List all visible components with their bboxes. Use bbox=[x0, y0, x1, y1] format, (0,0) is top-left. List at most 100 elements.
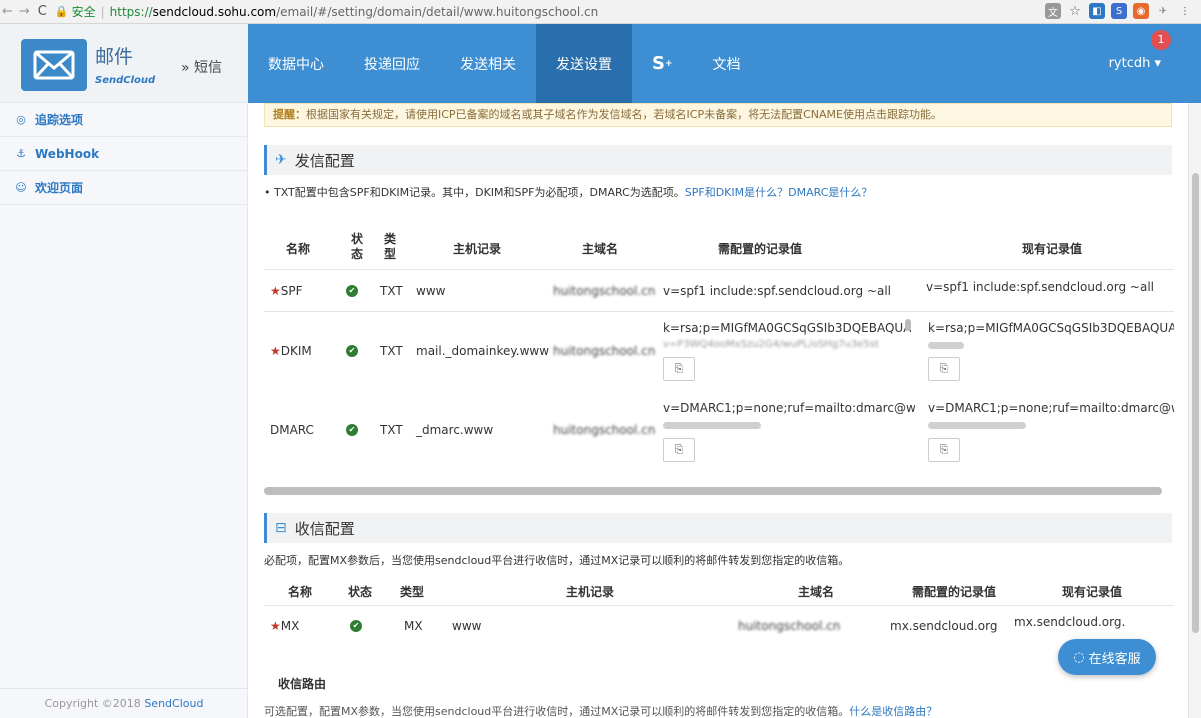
check-icon: ✔ bbox=[346, 424, 358, 436]
back-forward-icon[interactable]: ←→ bbox=[2, 4, 36, 19]
reload-icon[interactable]: C bbox=[38, 4, 47, 19]
plus-mark: + bbox=[664, 58, 673, 69]
row-spf-domain: huitongschool.cn bbox=[553, 284, 656, 298]
row-dkim-required-overflow: v=P3WQ4ooMxSzu2G4/wuPL/oSHg7u3e5st bbox=[663, 339, 879, 350]
row-dkim-name: ★DKIM bbox=[270, 344, 312, 358]
copy-button[interactable]: ⎘ bbox=[928, 357, 960, 381]
check-icon: ✔ bbox=[350, 620, 362, 632]
nav-s-plus[interactable]: S + bbox=[632, 24, 693, 103]
row-dmarc-current: v=DMARC1;p=none;ruf=mailto:dmarc@ww bbox=[928, 401, 1174, 415]
col-type-2: 型 bbox=[384, 247, 397, 261]
menu-icon[interactable]: ⋮ bbox=[1177, 3, 1193, 19]
nav-docs[interactable]: 文档 bbox=[693, 24, 761, 103]
col-status-1: 状 bbox=[351, 232, 364, 246]
scroll-thumb[interactable] bbox=[663, 422, 761, 429]
spf-dkim-help-link[interactable]: SPF和DKIM是什么？DMARC是什么？ bbox=[685, 186, 873, 199]
table-horizontal-scrollbar[interactable] bbox=[264, 487, 1162, 495]
divider bbox=[264, 311, 1174, 312]
col-host: 主机记录 bbox=[453, 242, 502, 256]
chat-icon: ◌ bbox=[1073, 649, 1085, 665]
copy-button[interactable]: ⎘ bbox=[663, 357, 695, 381]
top-nav: 数据中心 投递回应 发送相关 发送设置 S + 文档 r​y​t​c​d​h ▾ … bbox=[248, 24, 1201, 103]
row-mx-domain: huitongschool.cn bbox=[738, 619, 841, 633]
extension-icon[interactable]: S bbox=[1111, 3, 1127, 19]
name-text: ★DKIM bbox=[270, 344, 312, 358]
nav-sending[interactable]: 发送相关 bbox=[440, 24, 536, 103]
row-spf-required[interactable]: v=spf1 include:spf.sendcloud.org ~all bbox=[663, 284, 915, 298]
copy-button[interactable]: ⎘ bbox=[928, 438, 960, 462]
row-spf-host: www bbox=[416, 284, 446, 298]
check-icon: ✔ bbox=[346, 345, 358, 357]
row-dmarc-name: DMARC bbox=[270, 423, 314, 437]
url-scheme: https:// bbox=[109, 4, 153, 19]
required-star-icon: ★ bbox=[270, 344, 281, 358]
chat-label: 在线客服 bbox=[1088, 651, 1141, 667]
switch-to-sms-link[interactable]: » 短信 bbox=[181, 57, 222, 77]
required-star-icon: ★ bbox=[270, 619, 281, 633]
row-mx-required[interactable]: mx.sendcloud.org bbox=[890, 619, 997, 633]
col-required: 需配置的记录值 bbox=[718, 242, 803, 256]
nav-data-center[interactable]: 数据中心 bbox=[248, 24, 344, 103]
row-mx-name: ★MX bbox=[270, 619, 300, 633]
row-dkim-required[interactable]: k=rsa;p=MIGfMA0GCSqGSIb3DQEBAQUAA bbox=[663, 321, 911, 335]
col-name: 名称 bbox=[288, 585, 313, 599]
copy-button[interactable]: ⎘ bbox=[663, 438, 695, 462]
col-status-2: 态 bbox=[351, 247, 364, 261]
route-help-link[interactable]: 什么是收信路由？ bbox=[849, 705, 937, 718]
row-dmarc-type: TXT bbox=[380, 423, 403, 437]
smile-icon: ☺ bbox=[15, 181, 27, 194]
scroll-thumb[interactable] bbox=[1192, 173, 1199, 633]
sidebar-item-label: WebHook bbox=[35, 146, 100, 161]
route-desc-text: 可选配置，配置MX参数，当您使用sendcloud平台进行收信时，通过MX记录可… bbox=[264, 705, 850, 718]
col-domain: 主域名 bbox=[582, 242, 619, 256]
user-menu[interactable]: r​y​t​c​d​h ▾ bbox=[1109, 56, 1161, 71]
scroll-thumb[interactable] bbox=[928, 342, 964, 349]
security-label: 安全 bbox=[71, 5, 96, 19]
sidebar-item-tracking[interactable]: ◎ 追踪选项 bbox=[0, 103, 247, 137]
recv-config-desc: 必配项，配置MX参数后，当您使用sendcloud平台进行收信时，通过MX记录可… bbox=[264, 554, 850, 567]
extension-icon[interactable]: ◧ bbox=[1089, 3, 1105, 19]
nav-delivery-response[interactable]: 投递回应 bbox=[344, 24, 440, 103]
url-host: sendcloud.sohu.com bbox=[152, 4, 277, 19]
row-spf-current: v=spf1 include:spf.sendcloud.org ~all bbox=[926, 280, 1154, 294]
brand-name: SendCloud bbox=[95, 75, 156, 86]
divider bbox=[264, 269, 1174, 270]
sidebar-item-label: 追踪选项 bbox=[35, 113, 84, 127]
divider: | bbox=[100, 4, 105, 19]
name-text: ★SPF bbox=[270, 284, 303, 298]
mail-logo-icon[interactable] bbox=[21, 39, 87, 91]
page-vertical-scrollbar[interactable] bbox=[1188, 103, 1201, 718]
extension-icon[interactable]: ✈ bbox=[1155, 3, 1171, 19]
row-dkim-domain: huitongschool.cn bbox=[553, 344, 656, 358]
extensions: 文 ☆ ◧ S ◉ ✈ ⋮ bbox=[1045, 3, 1193, 19]
scroll-thumb[interactable] bbox=[928, 422, 1026, 429]
address-bar[interactable]: 🔒 安全 | https://sendcloud.sohu.com/email/… bbox=[55, 1, 598, 23]
scroll-thumb[interactable] bbox=[905, 319, 911, 331]
browser-toolbar: ←→ C 🔒 安全 | https://sendcloud.sohu.com/e… bbox=[0, 0, 1201, 24]
url-path: /email/#/setting/domain/detail/www.huito… bbox=[276, 4, 599, 19]
desc-text: • TXT配置中包含SPF和DKIM记录。其中，DKIM和SPF为必配项，DMA… bbox=[264, 186, 685, 199]
copyright: Copyright ©2018 SendCloud bbox=[0, 688, 248, 718]
send-config-header: ✈ 发信配置 bbox=[264, 145, 1172, 175]
route-desc: 可选配置，配置MX参数，当您使用sendcloud平台进行收信时，通过MX记录可… bbox=[264, 703, 937, 718]
star-icon[interactable]: ☆ bbox=[1067, 3, 1083, 19]
notice-prefix: 提醒： bbox=[273, 108, 306, 121]
notification-badge[interactable]: 1 bbox=[1151, 30, 1171, 50]
inbox-icon: ⊟ bbox=[275, 520, 287, 536]
row-spf-type: TXT bbox=[380, 284, 403, 298]
product-title: 邮件 bbox=[95, 46, 134, 68]
required-star-icon: ★ bbox=[270, 284, 281, 298]
divider bbox=[264, 605, 1174, 606]
nav-send-settings[interactable]: 发送设置 bbox=[536, 24, 632, 103]
extension-icon[interactable]: ◉ bbox=[1133, 3, 1149, 19]
sidebar-item-webhook[interactable]: ⚓ WebHook bbox=[0, 137, 247, 171]
translate-icon[interactable]: 文 bbox=[1045, 3, 1061, 19]
sidebar-item-welcome[interactable]: ☺ 欢迎页面 bbox=[0, 171, 247, 205]
online-support-button[interactable]: ◌ 在线客服 bbox=[1058, 639, 1156, 675]
recv-config-header: ⊟ 收信配置 bbox=[264, 513, 1172, 543]
notice-banner: 提醒：根据国家有关规定，请使用ICP已备案的域名或其子域名作为发信域名，若域名I… bbox=[264, 103, 1172, 127]
row-dmarc-required[interactable]: v=DMARC1;p=none;ruf=mailto:dmarc@www bbox=[663, 401, 915, 415]
row-dkim-host: mail._domainkey.www bbox=[416, 344, 550, 358]
copyright-brand-link[interactable]: SendCloud bbox=[144, 697, 203, 710]
col-current: 现有记录值 bbox=[1062, 585, 1123, 599]
